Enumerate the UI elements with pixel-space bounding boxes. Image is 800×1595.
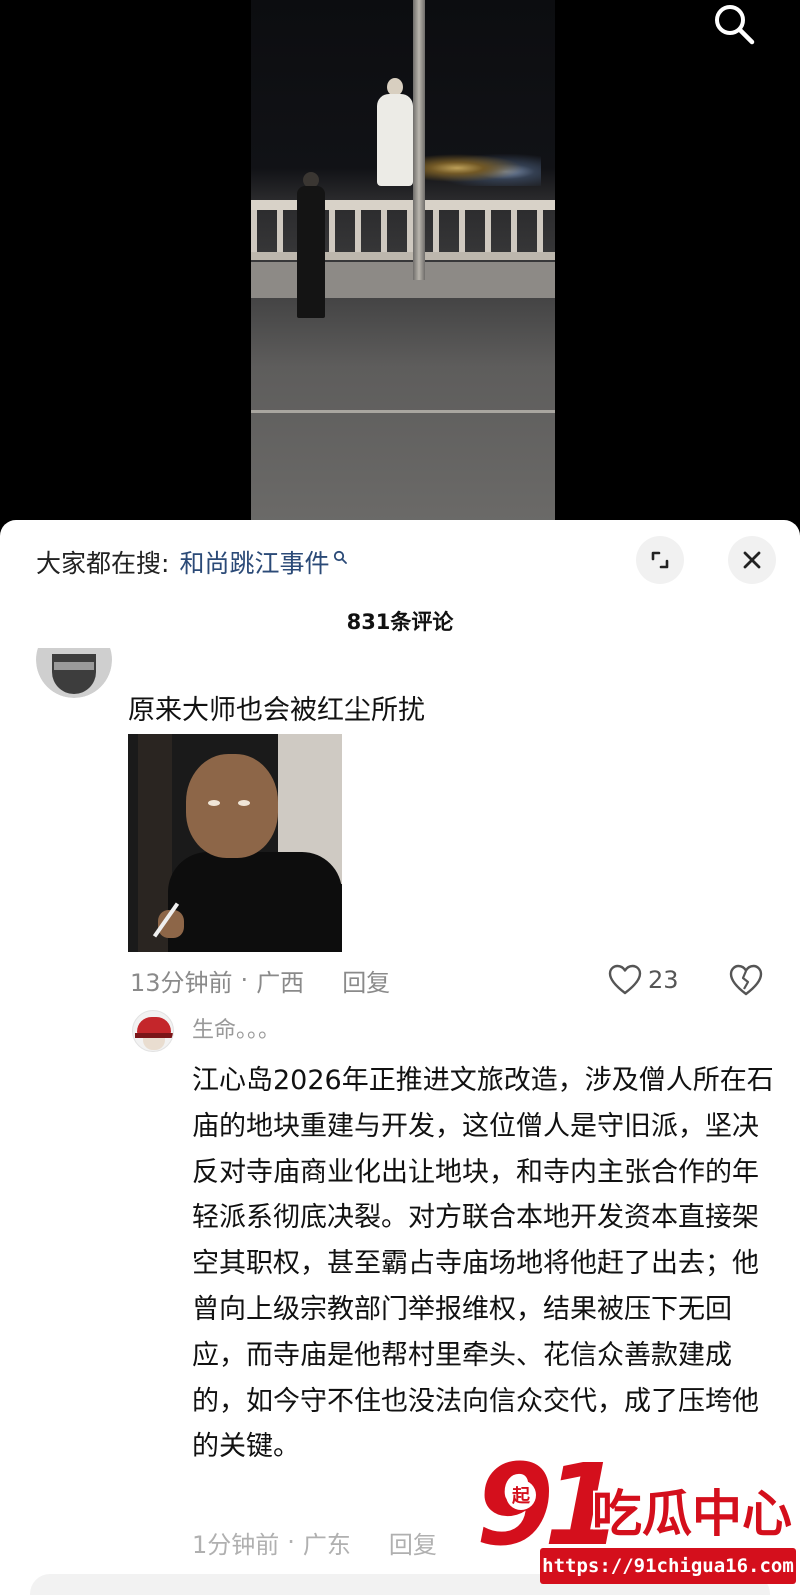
comment-image[interactable] [128, 734, 342, 952]
dislike-button[interactable] [728, 962, 764, 998]
reply-avatar[interactable] [132, 1010, 174, 1052]
expand-icon [651, 551, 669, 569]
search-icon [715, 5, 755, 45]
officer-figure [295, 172, 325, 318]
comment-count: 831条评论 [346, 610, 454, 634]
trending-search: 大家都在搜: 和尚跳江事件 [36, 542, 348, 582]
river-lights [421, 150, 541, 186]
video-frame [251, 0, 555, 525]
comments-sheet: 大家都在搜: 和尚跳江事件 831条评论 原来大师也会被红尘所扰 13分钟前 ·… [0, 520, 800, 1595]
trending-query-link[interactable]: 和尚跳江事件 [179, 544, 329, 580]
reply-button[interactable]: 回复 [342, 963, 390, 998]
video-player[interactable] [0, 0, 800, 530]
close-button[interactable] [728, 536, 776, 584]
search-button[interactable] [712, 2, 756, 46]
expand-button[interactable] [636, 536, 684, 584]
reply-time: 1分钟前 [192, 1530, 280, 1559]
lamp-pole [413, 0, 425, 280]
comment-time: 13分钟前 [130, 968, 233, 997]
reply-author[interactable]: 生命。。。 [192, 1012, 280, 1044]
reply-location: 广东 [302, 1530, 351, 1559]
reply-meta: 1分钟前 · 广东 回复 [192, 1522, 437, 1562]
close-icon [743, 551, 761, 569]
monk-figure [377, 78, 413, 188]
broken-heart-icon [729, 964, 763, 996]
watermark-badge: 起 [506, 1480, 536, 1510]
like-count: 23 [648, 966, 679, 994]
road-line [251, 410, 555, 413]
meta-separator: · [287, 1528, 295, 1556]
reply-reply-button[interactable]: 回复 [389, 1525, 437, 1560]
reply-text: 江心岛2026年正推进文旅改造，涉及僧人所在石庙的地块重建与开发，这位僧人是守旧… [192, 1065, 774, 1463]
avatar[interactable] [36, 648, 112, 698]
watermark-url: https://91chigua16.com [540, 1548, 796, 1584]
trending-label: 大家都在搜: [36, 549, 170, 578]
meta-separator: · [240, 966, 249, 994]
watermark-brand: 吃瓜中心 [592, 1485, 792, 1543]
heart-icon [608, 964, 642, 995]
mini-search-icon [334, 550, 348, 564]
comment-meta: 13分钟前 · 广西 回复 [130, 960, 390, 1000]
like-button[interactable]: 23 [608, 960, 679, 1000]
comment-text: 原来大师也会被红尘所扰 [128, 695, 425, 726]
site-watermark: 91 起 吃瓜中心 https://91chigua16.com [476, 1450, 800, 1595]
comment-location: 广西 [256, 968, 305, 997]
